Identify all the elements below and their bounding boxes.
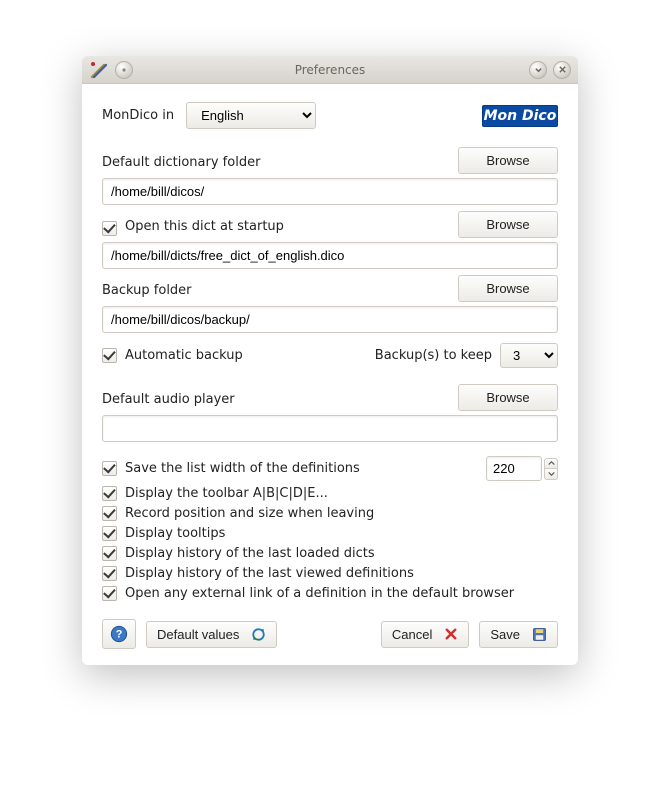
audio-player-label: Default audio player: [102, 392, 235, 411]
record-position-label: Record position and size when leaving: [125, 506, 374, 521]
preferences-window: Preferences MonDico in English Mon Dico …: [82, 56, 578, 665]
list-width-label: Save the list width of the definitions: [125, 461, 360, 476]
tooltips-checkbox[interactable]: [102, 526, 117, 541]
backups-keep-label: Backup(s) to keep: [375, 348, 492, 363]
backup-folder-label: Backup folder: [102, 283, 192, 302]
auto-backup-checkbox[interactable]: [102, 348, 117, 363]
save-icon: [532, 627, 547, 642]
dict-folder-input[interactable]: [102, 178, 558, 205]
history-dicts-checkbox[interactable]: [102, 546, 117, 561]
list-width-input[interactable]: [486, 456, 542, 481]
save-label: Save: [490, 627, 520, 642]
cancel-icon: [444, 627, 458, 641]
history-definitions-checkbox[interactable]: [102, 566, 117, 581]
backup-folder-browse-button[interactable]: Browse: [458, 275, 558, 302]
titlebar: Preferences: [82, 56, 578, 84]
content-area: MonDico in English Mon Dico Default dict…: [82, 84, 578, 665]
audio-browse-button[interactable]: Browse: [458, 384, 558, 411]
backups-keep-select[interactable]: 3: [500, 343, 558, 368]
default-values-button[interactable]: Default values: [146, 621, 277, 648]
history-dicts-label: Display history of the last loaded dicts: [125, 546, 375, 561]
button-bar: ? Default values Cancel Sav: [102, 619, 558, 649]
window-title: Preferences: [82, 63, 578, 77]
external-link-label: Open any external link of a definition i…: [125, 586, 514, 601]
toolbar-abc-label: Display the toolbar A|B|C|D|E...: [125, 486, 328, 501]
refresh-icon: [251, 627, 266, 642]
default-values-label: Default values: [157, 627, 239, 642]
history-definitions-label: Display history of the last viewed defin…: [125, 566, 414, 581]
startup-label: Open this dict at startup: [125, 219, 284, 238]
language-label: MonDico in: [102, 108, 174, 123]
svg-text:?: ?: [116, 629, 123, 641]
dict-folder-label: Default dictionary folder: [102, 155, 260, 174]
startup-checkbox[interactable]: [102, 221, 117, 236]
tooltips-label: Display tooltips: [125, 526, 225, 541]
save-button[interactable]: Save: [479, 621, 558, 648]
help-button[interactable]: ?: [102, 619, 136, 649]
startup-dict-input[interactable]: [102, 242, 558, 269]
cancel-label: Cancel: [392, 627, 432, 642]
cancel-button[interactable]: Cancel: [381, 621, 469, 648]
auto-backup-label: Automatic backup: [125, 348, 243, 363]
mondico-logo: Mon Dico: [482, 105, 558, 127]
language-select[interactable]: English: [186, 102, 316, 129]
list-width-increment[interactable]: [544, 458, 558, 469]
backup-folder-input[interactable]: [102, 306, 558, 333]
toolbar-abc-checkbox[interactable]: [102, 486, 117, 501]
audio-player-input[interactable]: [102, 415, 558, 442]
startup-browse-button[interactable]: Browse: [458, 211, 558, 238]
list-width-decrement[interactable]: [544, 469, 558, 480]
record-position-checkbox[interactable]: [102, 506, 117, 521]
external-link-checkbox[interactable]: [102, 586, 117, 601]
dict-folder-browse-button[interactable]: Browse: [458, 147, 558, 174]
list-width-checkbox[interactable]: [102, 461, 117, 476]
